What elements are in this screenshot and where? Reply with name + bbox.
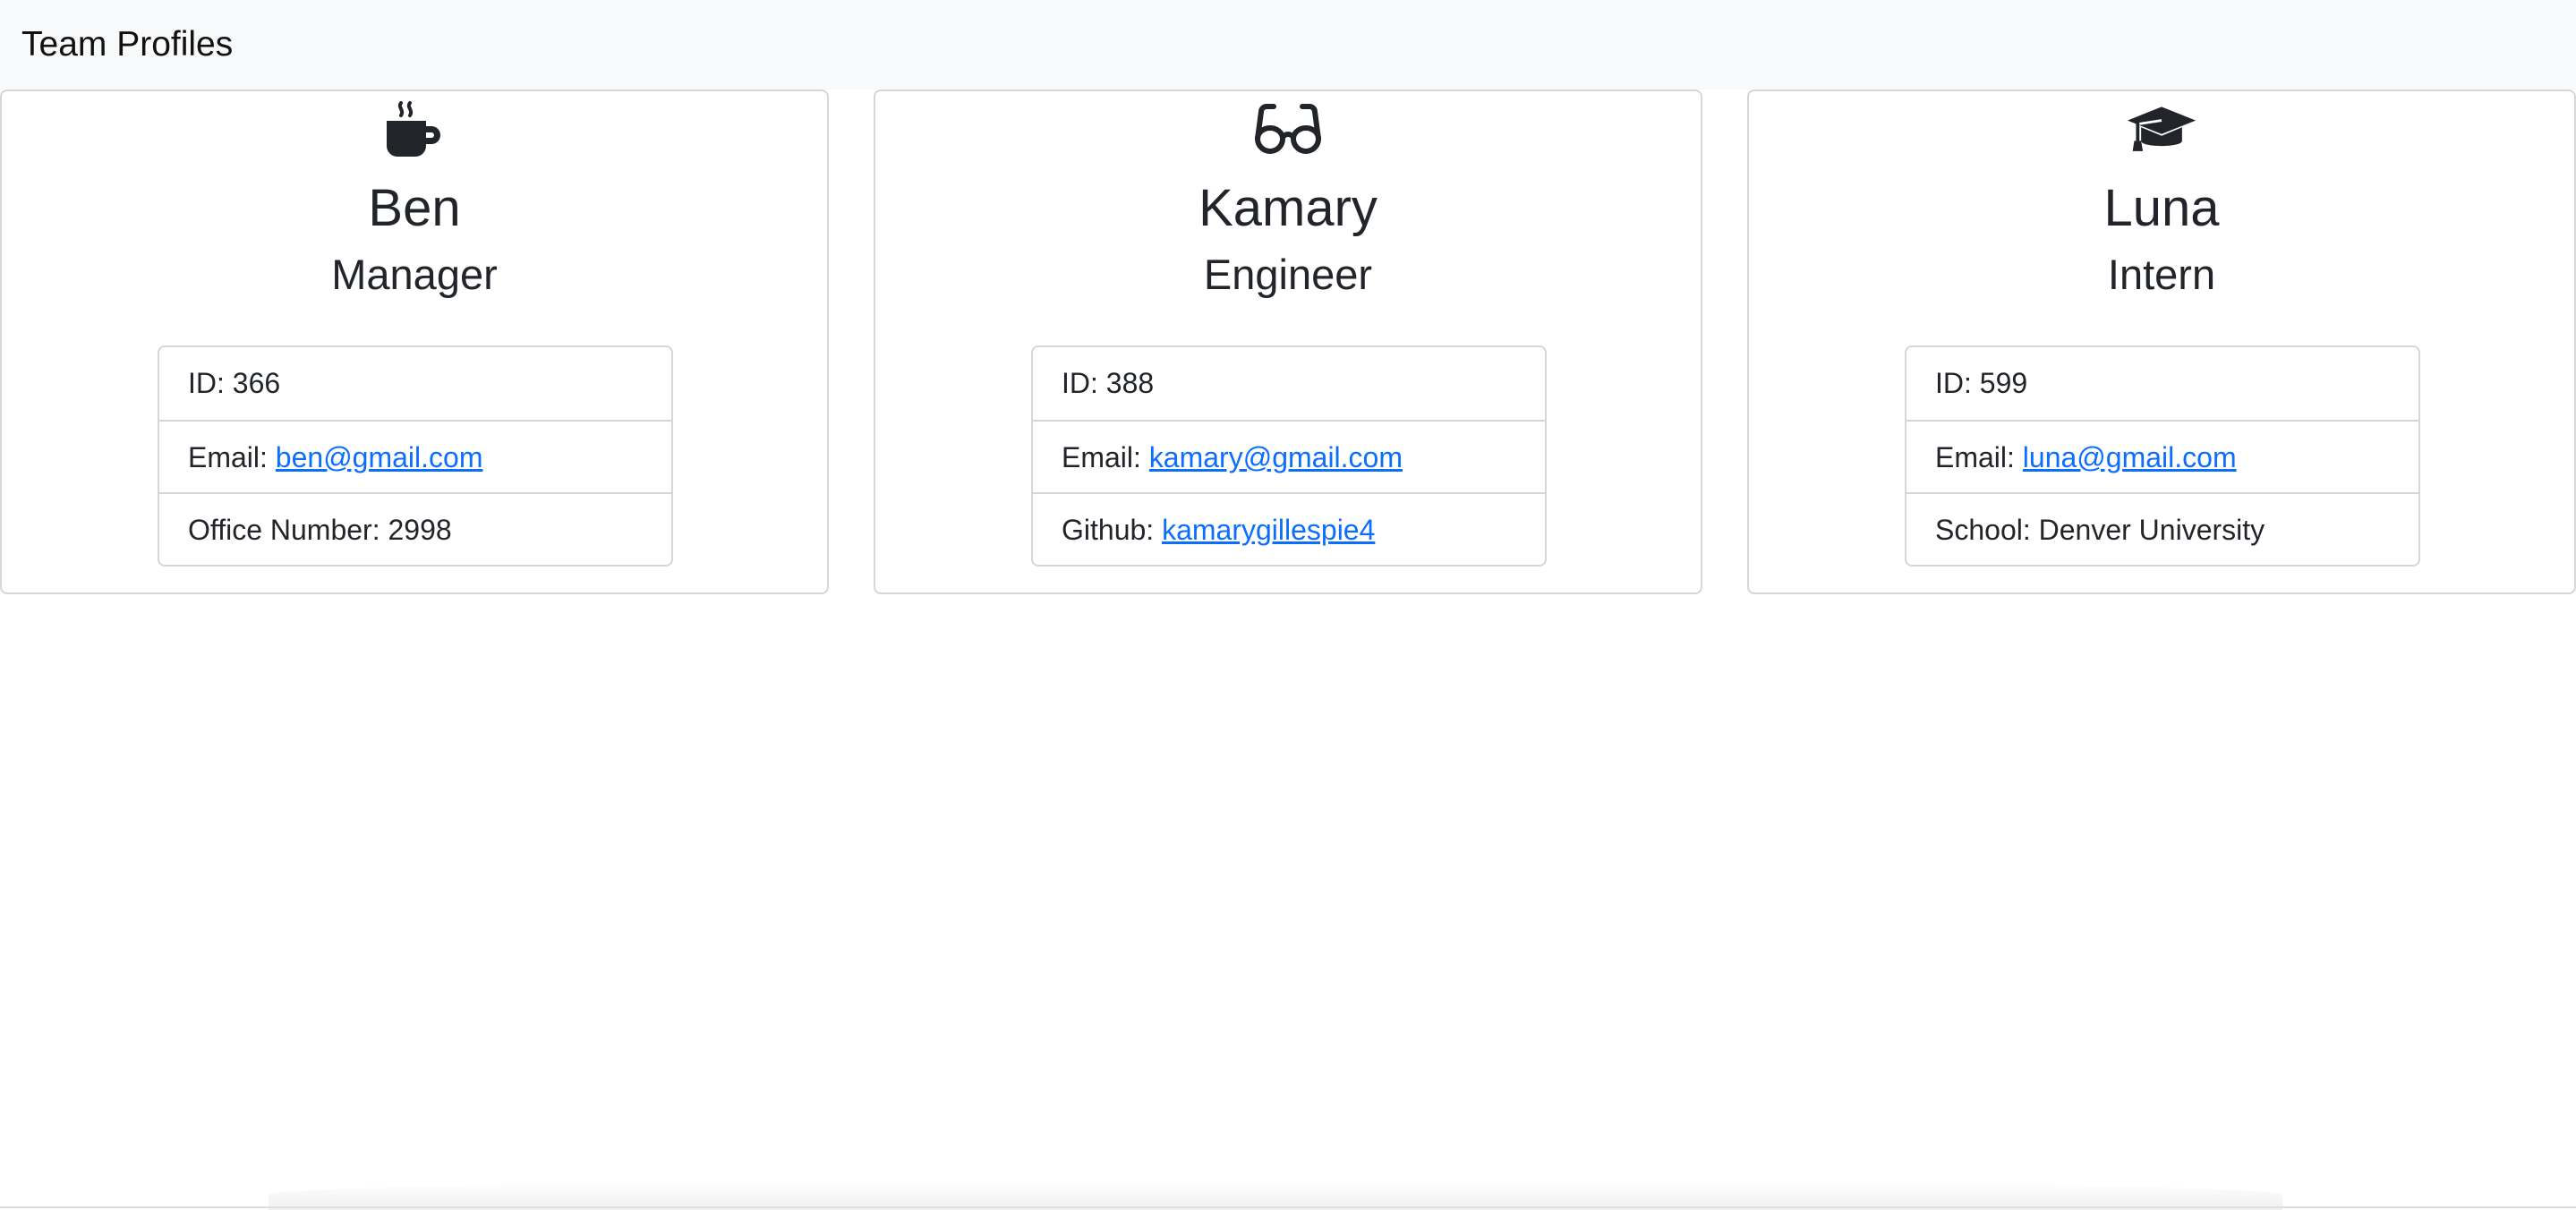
graduation-cap-icon	[2126, 95, 2197, 166]
coffee-mug-icon	[379, 95, 450, 166]
employee-email-row: Email: kamary@gmail.com	[1033, 420, 1545, 492]
email-link[interactable]: ben@gmail.com	[276, 441, 483, 473]
github-label: Github:	[1062, 514, 1155, 546]
employee-id-row: ID: 366	[159, 347, 671, 420]
github-row: Github: kamarygillespie4	[1033, 492, 1545, 565]
employee-id-row: ID: 388	[1033, 347, 1545, 420]
github-link[interactable]: kamarygillespie4	[1162, 514, 1375, 546]
id-label: ID:	[1062, 367, 1098, 399]
page-title: Team Profiles	[21, 25, 234, 64]
employee-info-list: ID: 599 Email: luna@gmail.com School: De…	[1905, 345, 2420, 567]
email-link[interactable]: luna@gmail.com	[2023, 441, 2237, 473]
school-value: Denver University	[2038, 514, 2265, 546]
employee-info-list: ID: 388 Email: kamary@gmail.com Github: …	[1031, 345, 1547, 567]
id-label: ID:	[1935, 367, 1972, 399]
school-row: School: Denver University	[1906, 492, 2418, 565]
id-value: 388	[1105, 367, 1155, 399]
employee-role: Manager	[331, 251, 498, 298]
glasses-icon	[1252, 95, 1324, 166]
bottom-shadow	[269, 1180, 2282, 1210]
employee-name: Ben	[368, 179, 461, 237]
employee-name: Luna	[2103, 179, 2220, 237]
office-number-row: Office Number: 2998	[159, 492, 671, 565]
employee-name: Kamary	[1198, 179, 1378, 237]
email-label: Email:	[1062, 441, 1141, 473]
id-label: ID:	[188, 367, 225, 399]
employee-email-row: Email: luna@gmail.com	[1906, 420, 2418, 492]
profile-card-manager: Ben Manager ID: 366 Email: ben@gmail.com…	[0, 89, 829, 594]
profile-card-intern: Luna Intern ID: 599 Email: luna@gmail.co…	[1747, 89, 2576, 594]
employee-role: Engineer	[1203, 251, 1373, 298]
id-value: 366	[232, 367, 281, 399]
employee-role: Intern	[2107, 251, 2216, 298]
office-number-label: Office Number:	[188, 514, 380, 546]
id-value: 599	[1979, 367, 2028, 399]
email-link[interactable]: kamary@gmail.com	[1149, 441, 1403, 473]
bottom-divider	[0, 1206, 2576, 1208]
school-label: School:	[1935, 514, 2031, 546]
employee-email-row: Email: ben@gmail.com	[159, 420, 671, 492]
employee-info-list: ID: 366 Email: ben@gmail.com Office Numb…	[158, 345, 673, 567]
email-label: Email:	[188, 441, 268, 473]
email-label: Email:	[1935, 441, 2015, 473]
employee-id-row: ID: 599	[1906, 347, 2418, 420]
profile-card-engineer: Kamary Engineer ID: 388 Email: kamary@gm…	[874, 89, 1702, 594]
office-number-value: 2998	[388, 514, 452, 546]
navbar: Team Profiles	[0, 0, 2576, 89]
